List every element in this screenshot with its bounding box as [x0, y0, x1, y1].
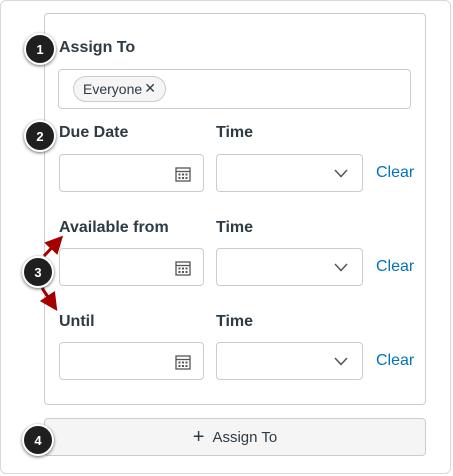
callout-arrows — [39, 235, 64, 311]
callout-badge-1: 1 — [24, 33, 56, 65]
arrow-to-available-from — [42, 235, 64, 258]
callout-badge-3: 3 — [22, 256, 54, 288]
callout-badge-4: 4 — [22, 424, 54, 456]
callout-badge-2: 2 — [24, 120, 56, 152]
arrow-to-until — [39, 287, 58, 311]
